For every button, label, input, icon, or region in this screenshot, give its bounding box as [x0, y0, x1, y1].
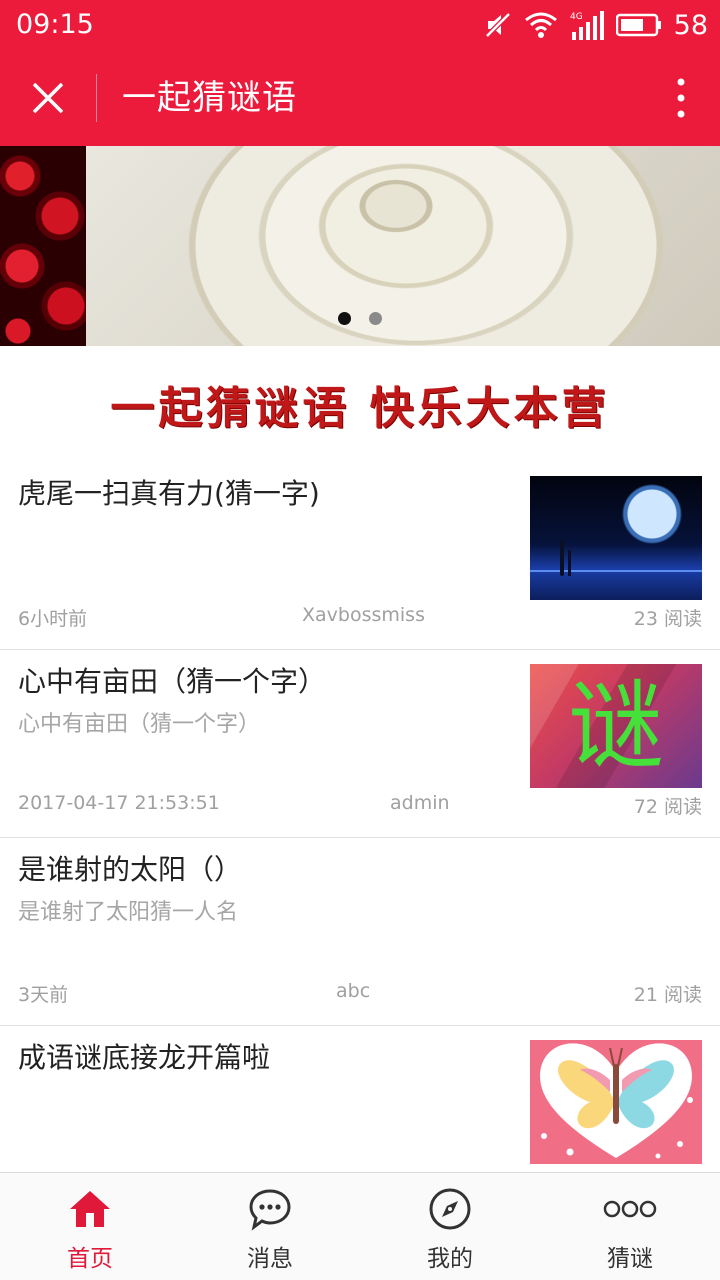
more-vertical-icon[interactable] — [676, 76, 686, 120]
tab-riddles-label: 猜谜 — [607, 1246, 653, 1272]
home-icon — [70, 1191, 110, 1227]
item-desc: 是谁射了太阳猜一人名 — [18, 900, 239, 925]
banner-carousel[interactable] — [0, 146, 720, 346]
item-title[interactable]: 心中有亩田（猜一个字） — [18, 664, 508, 700]
status-time: 09:15 — [16, 9, 94, 40]
item-author: Xavbossmiss — [302, 604, 425, 626]
moon-night-image[interactable] — [530, 476, 702, 600]
item-author: admin — [390, 792, 450, 814]
tab-riddles[interactable]: 猜谜 — [540, 1173, 720, 1280]
bottom-tab-bar: 首页 消息 我的 猜谜 — [0, 1172, 720, 1280]
item-title[interactable]: 成语谜底接龙开篇啦 — [18, 1040, 508, 1076]
tab-messages-label: 消息 — [247, 1246, 293, 1272]
svg-text:4G: 4G — [570, 12, 583, 22]
item-meta: 3天前 abc 21 阅读 — [18, 980, 702, 1006]
item-title[interactable]: 虎尾一扫真有力(猜一字) — [18, 476, 508, 512]
heart-butterfly-icon — [540, 1043, 693, 1159]
item-read-count: 23 阅读 — [633, 608, 702, 630]
item-desc: 心中有亩田（猜一个字） — [18, 712, 261, 737]
status-bar: 09:15 4G 58 — [0, 0, 720, 50]
tab-home[interactable]: 首页 — [0, 1173, 180, 1280]
close-icon[interactable] — [26, 76, 70, 120]
item-time: 3天前 — [18, 984, 69, 1006]
white-rose-image[interactable] — [86, 146, 720, 346]
status-icons: 4G 58 — [484, 8, 708, 42]
item-time: 6小时前 — [18, 608, 88, 630]
carousel-dot[interactable] — [369, 312, 382, 325]
list-item[interactable]: 心中有亩田（猜一个字） 心中有亩田（猜一个字） 2017-04-17 21:53… — [0, 650, 720, 838]
slogan-banner: 一起猜谜语 快乐大本营 — [110, 383, 610, 434]
carousel-dot-active[interactable] — [338, 312, 351, 325]
tab-mine[interactable]: 我的 — [360, 1173, 540, 1280]
page-title: 一起猜谜语 — [122, 78, 297, 118]
title-bar: 一起猜谜语 — [0, 50, 720, 146]
riddle-list: 虎尾一扫真有力(猜一字) 6小时前 Xavbossmiss 23 阅读 心中有亩… — [0, 462, 720, 1214]
list-item[interactable]: 是谁射的太阳（） 是谁射了太阳猜一人名 3天前 abc 21 阅读 — [0, 838, 720, 1026]
battery-icon — [615, 13, 661, 37]
signal-icon: 4G — [570, 11, 604, 40]
item-meta: 6小时前 Xavbossmiss 23 阅读 — [18, 604, 702, 630]
title-divider — [96, 74, 97, 122]
item-read-count: 21 阅读 — [633, 984, 702, 1006]
compass-icon — [429, 1188, 471, 1230]
butterfly-heart-image[interactable] — [530, 1040, 702, 1164]
riddle-character: 谜 — [568, 670, 664, 782]
tab-mine-label: 我的 — [427, 1246, 473, 1272]
tab-messages[interactable]: 消息 — [180, 1173, 360, 1280]
dots-icon — [603, 1200, 657, 1218]
item-read-count: 72 阅读 — [633, 796, 702, 818]
item-time: 2017-04-17 21:53:51 — [18, 792, 220, 814]
red-roses-image[interactable] — [0, 146, 86, 346]
chat-bubble-icon — [249, 1189, 291, 1231]
list-item[interactable]: 虎尾一扫真有力(猜一字) 6小时前 Xavbossmiss 23 阅读 — [0, 462, 720, 650]
item-author: abc — [336, 980, 371, 1002]
mute-icon — [484, 12, 511, 38]
riddle-character-image[interactable]: 谜 — [530, 664, 702, 788]
tab-home-label: 首页 — [67, 1246, 113, 1272]
item-meta: 2017-04-17 21:53:51 admin 72 阅读 — [18, 792, 702, 818]
battery-level: 58 — [673, 9, 708, 41]
item-title[interactable]: 是谁射的太阳（） — [18, 852, 508, 888]
carousel-indicator — [338, 312, 382, 325]
wifi-icon — [524, 12, 557, 38]
